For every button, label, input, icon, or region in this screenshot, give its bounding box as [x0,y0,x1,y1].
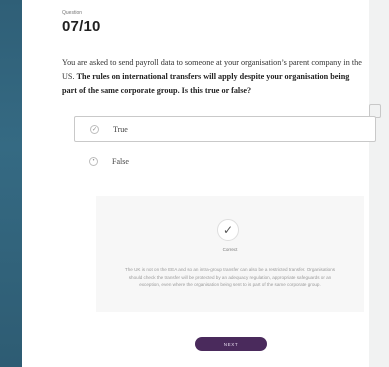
option-true-label: True [113,124,128,134]
question-text: You are asked to send payroll data to so… [62,56,362,98]
question-text-bold: The rules on international transfers wil… [62,72,350,95]
feedback-text: The UK is not on the EEA and so an intra… [124,267,336,287]
question-kicker: Question [62,10,83,16]
check-icon: ✓ [217,219,239,241]
quiz-card: Question 07/10 You are asked to send pay… [22,0,376,367]
feedback-status: Correct [222,247,238,252]
background-right-panel [369,0,389,367]
question-counter: 07/10 [62,18,101,35]
option-true[interactable]: ✓ True [74,116,376,142]
background-left-panel [0,0,22,367]
next-button[interactable]: NEXT [195,337,267,351]
radio-unselected-icon[interactable]: • [89,156,98,166]
option-false[interactable]: • False [74,148,376,174]
feedback-panel: ✓ Correct The UK is not on the EEA and s… [96,196,364,312]
radio-selected-icon[interactable]: ✓ [90,124,99,134]
option-false-label: False [112,156,129,166]
